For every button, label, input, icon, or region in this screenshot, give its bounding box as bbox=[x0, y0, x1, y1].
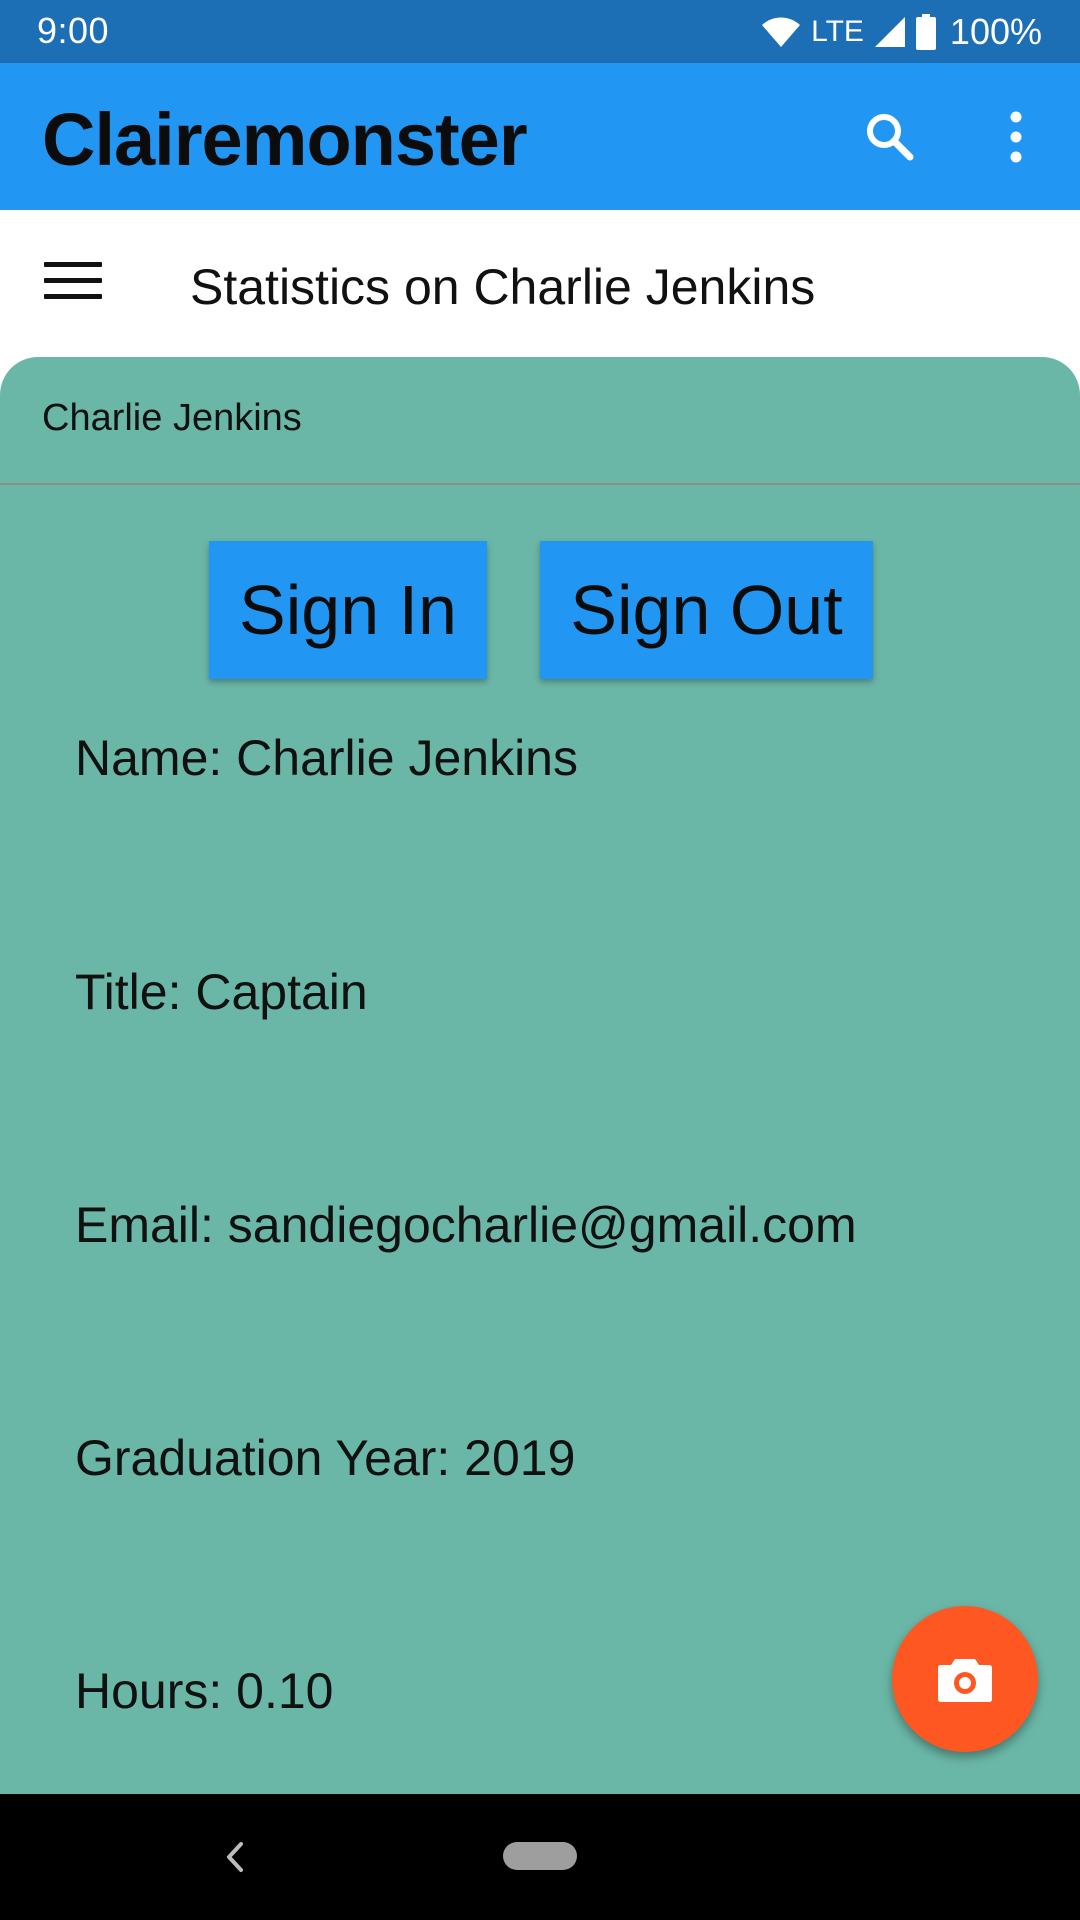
stats-card: Charlie Jenkins Sign In Sign Out Name: C… bbox=[0, 357, 1080, 1794]
email-field: Email: sandiegocharlie@gmail.com bbox=[75, 1197, 857, 1253]
network-type-label: LTE bbox=[811, 15, 864, 48]
status-icons: LTE 100% bbox=[761, 11, 1042, 52]
menu-icon[interactable] bbox=[44, 262, 102, 306]
app-title: Clairemonster bbox=[42, 98, 528, 181]
hours-field: Hours: 0.10 bbox=[75, 1663, 334, 1719]
search-button[interactable] bbox=[862, 109, 918, 165]
back-icon bbox=[227, 1842, 243, 1872]
back-button[interactable] bbox=[219, 1832, 249, 1882]
signal-icon bbox=[874, 17, 905, 47]
page-title: Statistics on Charlie Jenkins bbox=[190, 259, 816, 315]
graduation-year-field: Graduation Year: 2019 bbox=[75, 1430, 576, 1486]
overflow-menu-button[interactable] bbox=[986, 109, 1042, 165]
wifi-icon bbox=[762, 17, 801, 47]
search-icon bbox=[867, 114, 914, 161]
home-pill-icon[interactable] bbox=[503, 1842, 577, 1870]
card-header: Charlie Jenkins bbox=[42, 397, 302, 439]
more-vert-icon bbox=[1010, 111, 1022, 163]
status-bar: 9:00 LTE 100% bbox=[0, 0, 1080, 63]
battery-percent: 100% bbox=[949, 11, 1042, 52]
divider bbox=[0, 483, 1080, 485]
title-field: Title: Captain bbox=[75, 964, 368, 1020]
camera-fab[interactable] bbox=[892, 1606, 1038, 1752]
camera-icon bbox=[938, 1659, 992, 1702]
sign-out-button[interactable]: Sign Out bbox=[540, 541, 873, 679]
sub-header: Statistics on Charlie Jenkins bbox=[0, 210, 1080, 358]
sign-in-button[interactable]: Sign In bbox=[209, 541, 487, 679]
battery-icon bbox=[915, 14, 936, 50]
name-field: Name: Charlie Jenkins bbox=[75, 730, 578, 786]
status-time: 9:00 bbox=[37, 10, 110, 51]
app-bar: Clairemonster bbox=[0, 63, 1080, 210]
